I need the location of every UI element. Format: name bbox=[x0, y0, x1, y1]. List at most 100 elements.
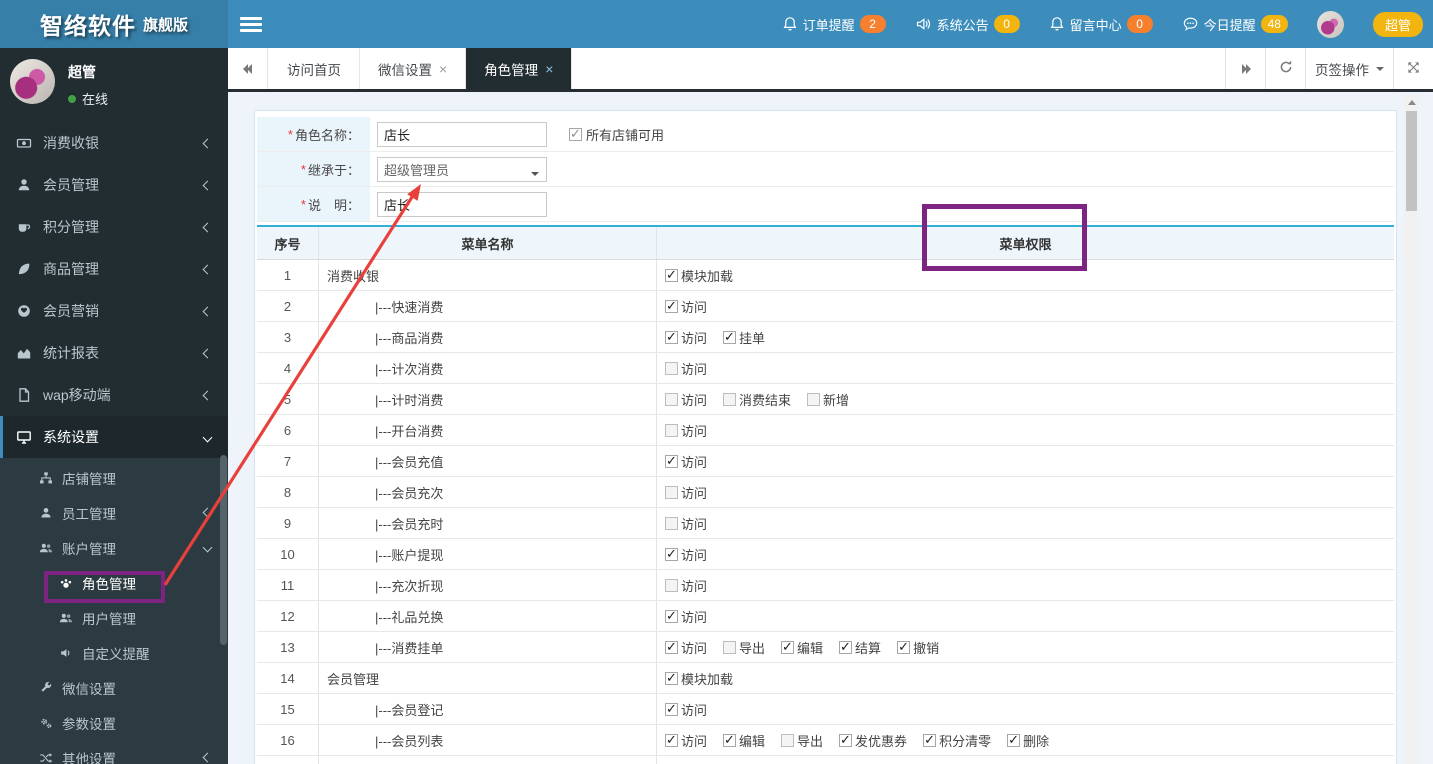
page-scrollbar[interactable] bbox=[1404, 95, 1419, 764]
user-role-badge[interactable]: 超管 bbox=[1372, 11, 1423, 37]
permission-checkbox[interactable] bbox=[807, 392, 821, 406]
permission-checkbox[interactable] bbox=[665, 516, 678, 530]
permission-checkbox[interactable] bbox=[665, 670, 678, 686]
sidebar-item-marketing[interactable]: 会员营销 bbox=[0, 290, 228, 332]
sidebar-item-staff-management[interactable]: 员工管理 bbox=[0, 495, 228, 530]
permission-option[interactable]: 访问 bbox=[665, 545, 707, 564]
role-name-input[interactable] bbox=[377, 121, 547, 147]
permission-checkbox[interactable] bbox=[665, 423, 678, 437]
sidebar-item-shop-management[interactable]: 店铺管理 bbox=[0, 460, 228, 495]
permission-option[interactable]: 访问 bbox=[665, 731, 707, 750]
permission-checkbox[interactable] bbox=[665, 546, 678, 562]
sidebar-item-members[interactable]: 会员管理 bbox=[0, 164, 228, 206]
tab-role-management[interactable]: 角色管理 bbox=[466, 48, 573, 89]
permission-option[interactable]: 访问 bbox=[665, 390, 707, 409]
permission-option[interactable]: 编辑 bbox=[781, 638, 823, 657]
all-shops-checkbox-field[interactable]: 所有店铺可用 bbox=[569, 125, 664, 144]
permission-checkbox[interactable] bbox=[665, 732, 678, 748]
permission-option[interactable]: 编辑 bbox=[723, 731, 765, 750]
permission-checkbox[interactable] bbox=[665, 485, 678, 499]
sidebar-item-user-management[interactable]: 用户管理 bbox=[0, 600, 228, 635]
sidebar-item-system-settings[interactable]: 系统设置 bbox=[0, 416, 228, 458]
permission-checkbox[interactable] bbox=[665, 639, 678, 655]
permission-option[interactable]: 挂单 bbox=[723, 328, 765, 347]
sidebar-item-account-management[interactable]: 账户管理 bbox=[0, 530, 228, 565]
sidebar-item-other-settings[interactable]: 其他设置 bbox=[0, 740, 228, 764]
sidebar-item-cashier[interactable]: 消费收银 bbox=[0, 122, 228, 164]
permission-checkbox[interactable] bbox=[923, 732, 937, 748]
permission-checkbox[interactable] bbox=[723, 640, 737, 654]
notification-today[interactable]: 今日提醒 48 bbox=[1182, 15, 1288, 34]
permission-checkbox[interactable] bbox=[723, 392, 737, 406]
sidebar-item-wap[interactable]: wap移动端 bbox=[0, 374, 228, 416]
permission-option[interactable]: 发优惠券 bbox=[839, 731, 907, 750]
permission-checkbox[interactable] bbox=[723, 732, 737, 748]
permission-option[interactable]: 访问 bbox=[665, 421, 707, 440]
permission-checkbox[interactable] bbox=[665, 267, 678, 283]
tabs-scroll-right-button[interactable] bbox=[1225, 48, 1265, 89]
permission-checkbox[interactable] bbox=[665, 578, 678, 592]
permission-option[interactable]: 访问 bbox=[665, 607, 707, 626]
permission-checkbox[interactable] bbox=[665, 701, 678, 717]
notification-orders[interactable]: 订单提醒 2 bbox=[782, 15, 886, 34]
permission-checkbox[interactable] bbox=[723, 329, 737, 345]
sidebar-toggle-button[interactable] bbox=[240, 14, 262, 34]
permission-checkbox[interactable] bbox=[839, 732, 853, 748]
inherit-select[interactable]: 超级管理员 bbox=[377, 156, 547, 182]
tab-wechat-settings[interactable]: 微信设置 bbox=[360, 48, 467, 89]
fullscreen-button[interactable] bbox=[1393, 48, 1433, 89]
permission-option[interactable]: 结算 bbox=[839, 638, 881, 657]
permission-option[interactable]: 导出 bbox=[781, 731, 823, 750]
description-input[interactable] bbox=[377, 191, 547, 217]
permission-option[interactable]: 访问 bbox=[665, 514, 707, 533]
sidebar-item-goods[interactable]: 商品管理 bbox=[0, 248, 228, 290]
permission-option[interactable]: 撤销 bbox=[897, 638, 939, 657]
permission-checkbox[interactable] bbox=[665, 608, 678, 624]
permission-option[interactable]: 访问 bbox=[665, 576, 707, 595]
permission-option[interactable]: 访问 bbox=[665, 483, 707, 502]
permission-option[interactable]: 导出 bbox=[723, 638, 765, 657]
scrollbar-up-arrow[interactable] bbox=[1404, 95, 1419, 109]
close-icon[interactable] bbox=[439, 62, 447, 76]
permission-checkbox[interactable] bbox=[665, 298, 678, 314]
permission-option[interactable]: 积分清零 bbox=[923, 731, 991, 750]
permission-option[interactable]: 新增 bbox=[807, 390, 849, 409]
sidebar-item-wechat-settings[interactable]: 微信设置 bbox=[0, 670, 228, 705]
permission-checkbox[interactable] bbox=[781, 639, 795, 655]
sidebar-avatar[interactable] bbox=[10, 59, 55, 104]
permission-option[interactable]: 模块加载 bbox=[665, 669, 733, 688]
all-shops-checkbox[interactable] bbox=[569, 126, 582, 142]
permission-option[interactable]: 删除 bbox=[1007, 731, 1049, 750]
permission-option[interactable]: 访问 bbox=[665, 452, 707, 471]
permission-checkbox[interactable] bbox=[1007, 732, 1021, 748]
sidebar-item-role-management[interactable]: 角色管理 bbox=[0, 565, 228, 600]
notification-announcements[interactable]: 系统公告 0 bbox=[915, 15, 1020, 34]
tab-home[interactable]: 访问首页 bbox=[269, 48, 360, 89]
sidebar-item-reports[interactable]: 统计报表 bbox=[0, 332, 228, 374]
permission-option[interactable]: 访问 bbox=[665, 297, 707, 316]
close-icon[interactable] bbox=[545, 62, 553, 76]
tab-actions-dropdown[interactable]: 页签操作 bbox=[1305, 48, 1393, 89]
permission-checkbox[interactable] bbox=[665, 329, 678, 345]
permission-option[interactable]: 访问 bbox=[665, 700, 707, 719]
permission-option[interactable]: 模块加载 bbox=[665, 266, 733, 285]
refresh-button[interactable] bbox=[1265, 48, 1305, 89]
sidebar-scrollbar-thumb[interactable] bbox=[220, 455, 227, 645]
tabs-scroll-left-button[interactable] bbox=[228, 48, 268, 89]
permission-checkbox[interactable] bbox=[665, 453, 678, 469]
user-avatar[interactable] bbox=[1316, 10, 1344, 38]
permission-checkbox[interactable] bbox=[665, 361, 678, 375]
permission-option[interactable]: 访问 bbox=[665, 359, 707, 378]
permission-checkbox[interactable] bbox=[839, 639, 853, 655]
permission-option[interactable]: 访问 bbox=[665, 638, 707, 657]
notification-messages[interactable]: 留言中心 0 bbox=[1049, 15, 1153, 34]
permission-checkbox[interactable] bbox=[897, 639, 911, 655]
permission-checkbox[interactable] bbox=[665, 392, 678, 406]
permission-checkbox[interactable] bbox=[781, 733, 795, 747]
sidebar-item-custom-reminder[interactable]: 自定义提醒 bbox=[0, 635, 228, 670]
sidebar-item-parameter-settings[interactable]: 参数设置 bbox=[0, 705, 228, 740]
scrollbar-thumb[interactable] bbox=[1406, 111, 1417, 211]
permission-option[interactable]: 消费结束 bbox=[723, 390, 791, 409]
permission-option[interactable]: 访问 bbox=[665, 328, 707, 347]
sidebar-item-points[interactable]: 积分管理 bbox=[0, 206, 228, 248]
